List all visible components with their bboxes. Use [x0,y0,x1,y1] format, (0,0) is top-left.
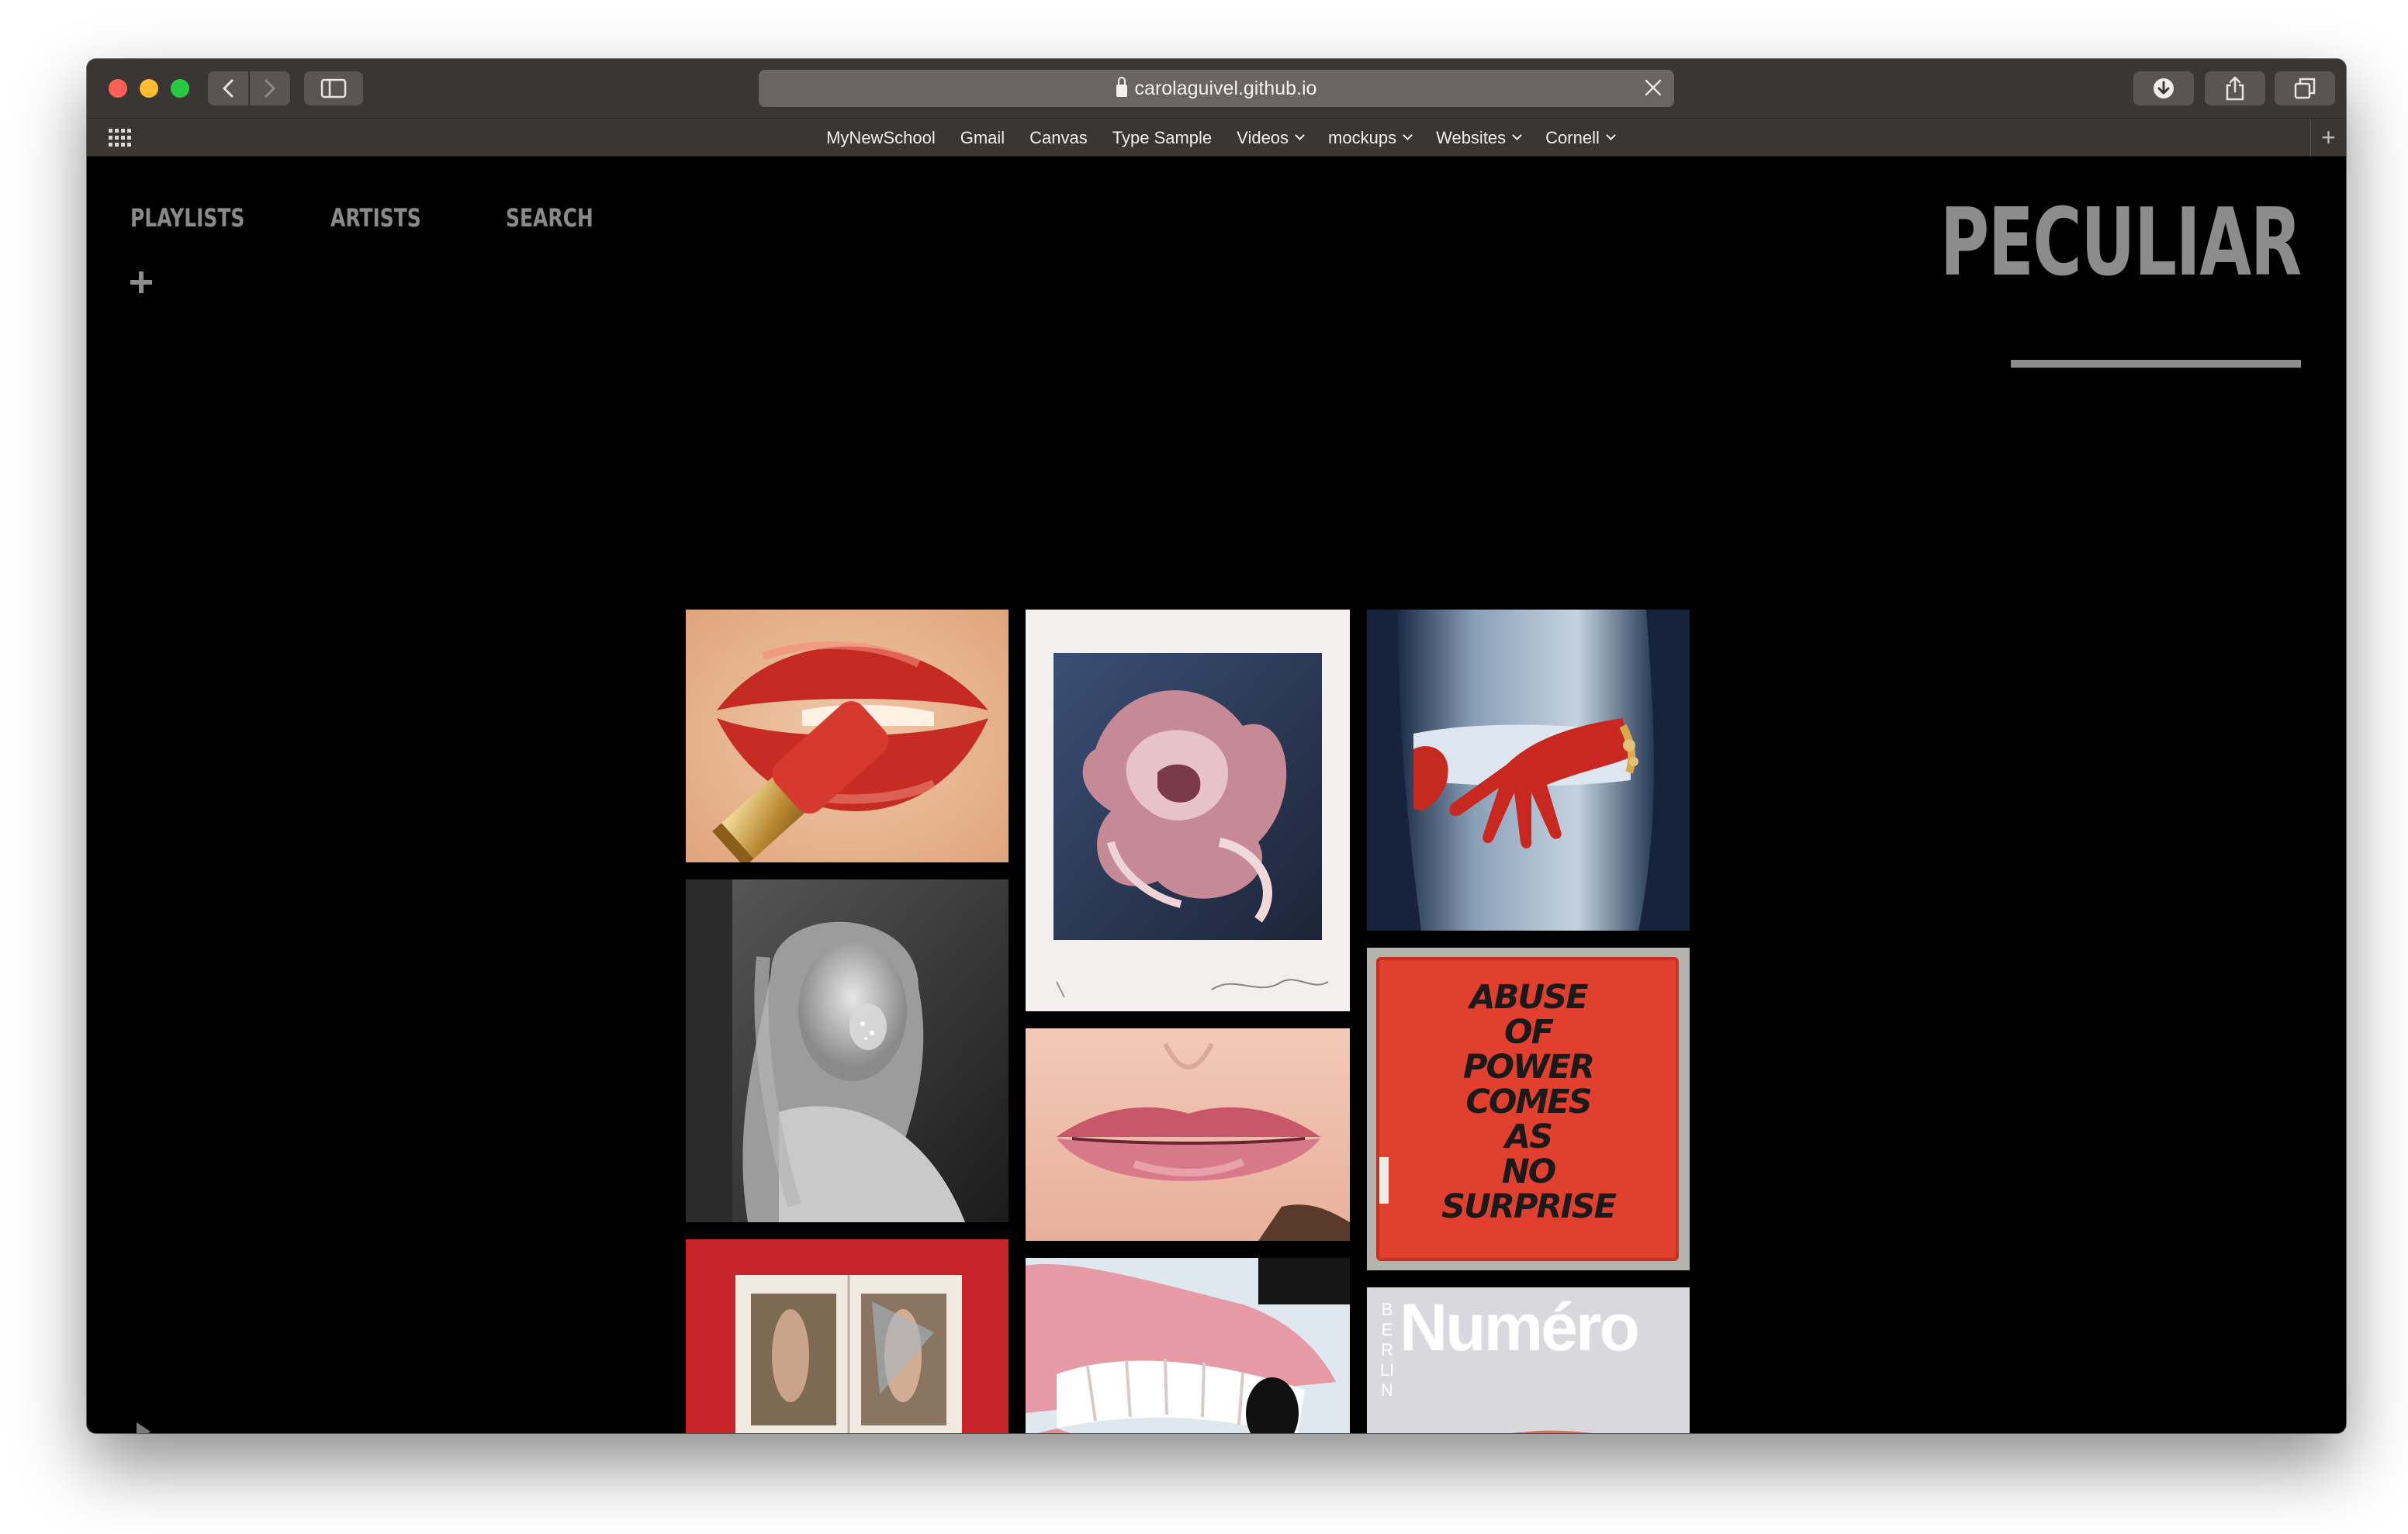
bookmark-folder-cornell[interactable]: Cornell [1545,128,1616,148]
close-icon[interactable] [1642,76,1665,99]
play-icon [137,1422,150,1433]
lock-icon [1116,77,1127,97]
add-bookmark-icon[interactable]: + [2310,119,2346,157]
logo-underline [2011,360,2301,368]
flower-polaroid-image [1026,610,1350,1011]
bookmark-folder-mockups[interactable]: mockups [1328,128,1413,148]
bookmark-folder-videos[interactable]: Videos [1237,128,1305,148]
close-window-button[interactable] [109,79,127,98]
chevron-left-icon [223,79,234,98]
chevron-down-icon [1403,130,1413,140]
teeth-image [1026,1258,1350,1433]
site-logo[interactable]: PECULIAR [1940,197,2302,290]
gallery-image-magazine-spread[interactable] [686,1239,1009,1433]
bookmark-gmail[interactable]: Gmail [960,128,1005,148]
url-text: carolaguivel.github.io [1134,77,1317,99]
gallery-image-portrait[interactable] [686,879,1009,1222]
sidebar-icon [320,78,347,98]
gallery-image-lips-closeup[interactable] [1026,1028,1350,1241]
gallery-image-red-glove[interactable] [1367,610,1690,931]
bookmark-type-sample[interactable]: Type Sample [1112,128,1212,148]
chevron-down-icon [1512,130,1523,140]
bookmarks-bar: MyNewSchool Gmail Canvas Type Sample Vid… [87,118,2346,157]
poster-text: ABUSE OF POWER COMES AS NO SURPRISE [1441,978,1617,1226]
lipstick-image [686,610,1009,862]
browser-window: carolaguivel.github.io MyNewSchool Gmail… [87,59,2346,1433]
title-bar: carolaguivel.github.io [87,59,2346,118]
bookmark-list: MyNewSchool Gmail Canvas Type Sample Vid… [87,119,2346,157]
tabs-icon [2294,78,2316,99]
share-button[interactable] [2205,71,2265,105]
gallery-image-teeth[interactable] [1026,1258,1350,1433]
gallery-image-poster[interactable]: ABUSE OF POWER COMES AS NO SURPRISE [1367,948,1690,1270]
back-button[interactable] [208,71,248,105]
address-bar[interactable]: carolaguivel.github.io [759,70,1674,107]
gallery-image-flower-polaroid[interactable] [1026,610,1350,1011]
lips-closeup-image [1026,1028,1350,1241]
zoom-window-button[interactable] [171,79,189,98]
sidebar-toggle-button[interactable] [304,71,363,105]
bookmark-folder-websites[interactable]: Websites [1436,128,1523,148]
add-playlist-icon[interactable] [130,271,152,293]
share-icon [2226,76,2244,101]
nav-artists-link[interactable]: ARTISTS [330,203,421,233]
portrait-image [686,879,1009,1222]
numero-cover-graphic [1512,1430,1592,1433]
chevron-down-icon [1606,130,1616,140]
forward-button[interactable] [250,71,290,105]
chevron-right-icon [265,79,275,98]
magazine-spread-image [686,1239,1009,1433]
bookmark-canvas[interactable]: Canvas [1029,128,1088,148]
bookmark-mynewschool[interactable]: MyNewSchool [826,128,936,148]
download-icon [2154,78,2174,98]
minimize-window-button[interactable] [140,79,158,98]
web-page: PLAYLISTS ARTISTS SEARCH PECULIAR ABUSE … [87,157,2346,1433]
downloads-button[interactable] [2133,71,2194,105]
nav-search-link[interactable]: SEARCH [506,203,593,233]
play-button[interactable] [130,1419,157,1433]
gallery-image-numero-cover[interactable]: BERLIN Numéro [1367,1287,1690,1433]
nav-playlists-link[interactable]: PLAYLISTS [130,203,244,233]
gallery-image-lipstick[interactable] [686,610,1009,862]
chevron-down-icon [1295,130,1305,140]
tab-overview-button[interactable] [2275,71,2335,105]
red-glove-image [1367,610,1690,931]
